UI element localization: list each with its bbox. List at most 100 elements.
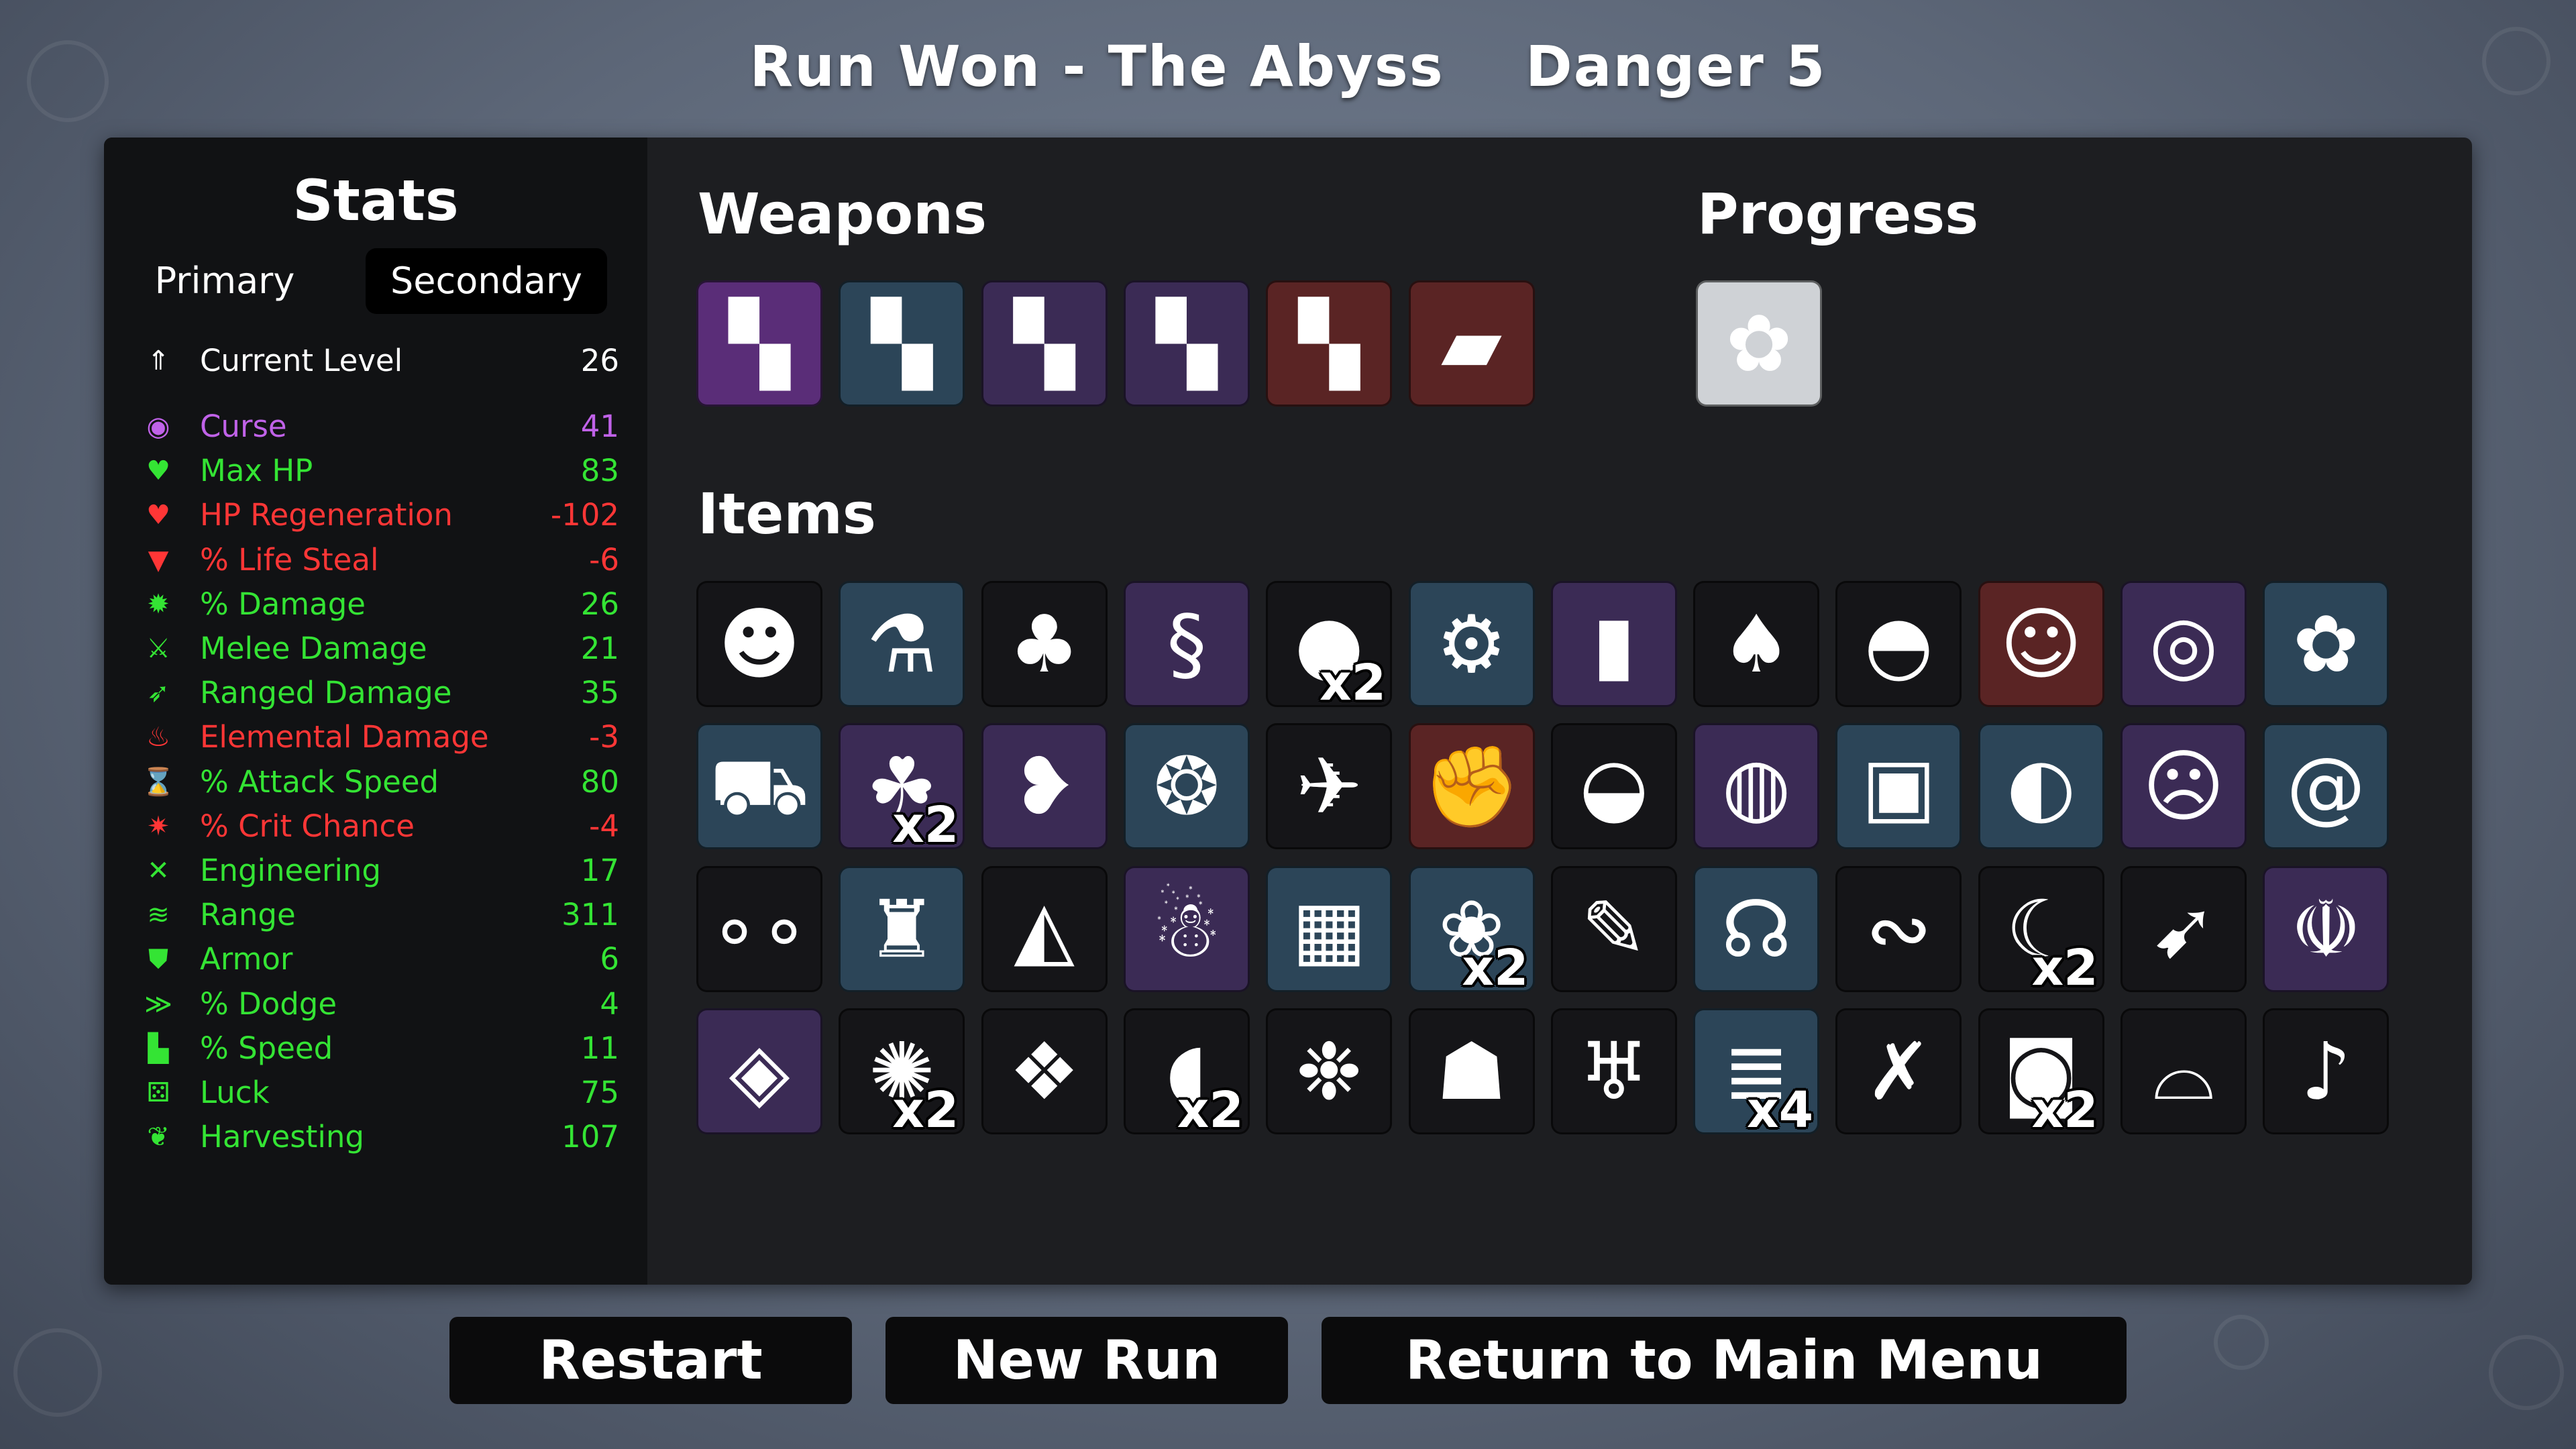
- item-slot[interactable]: ▣: [1835, 723, 1962, 850]
- stat-value: 83: [580, 453, 619, 489]
- ketchup-bottle-item-icon: ♜: [866, 882, 938, 975]
- item-slot[interactable]: ⛟: [696, 723, 822, 850]
- item-slot[interactable]: ♣: [981, 581, 1108, 707]
- stat-row[interactable]: ⌛ % Attack Speed 80: [142, 760, 619, 804]
- item-slot[interactable]: ☗: [1408, 1008, 1535, 1134]
- item-slot[interactable]: ✿: [2263, 581, 2390, 707]
- stats-title: Stats: [292, 168, 459, 233]
- stat-label: Armor: [200, 941, 293, 977]
- stat-row[interactable]: ▼ % Life Steal -6: [143, 538, 619, 582]
- item-slot[interactable]: ✺ x2: [839, 1008, 965, 1134]
- syringe-item-icon: ✎: [1580, 882, 1648, 975]
- weapon-slot[interactable]: ▚: [981, 280, 1108, 407]
- item-slot[interactable]: ▦: [1266, 865, 1393, 992]
- stat-row[interactable]: ♨ Elemental Damage -3: [143, 715, 619, 759]
- item-slot[interactable]: ♜: [839, 865, 965, 992]
- weapon-slot[interactable]: ▚: [1123, 280, 1250, 407]
- stat-row[interactable]: ⇑ Current Level 26: [143, 339, 619, 383]
- item-slot[interactable]: ≣ x4: [1693, 1008, 1820, 1134]
- item-slot[interactable]: ◖ x2: [1123, 1008, 1250, 1134]
- stat-label: % Damage: [200, 586, 366, 622]
- weapon-slot[interactable]: ▚: [696, 280, 822, 407]
- tab-secondary[interactable]: Secondary: [366, 248, 607, 314]
- item-slot[interactable]: ✊: [1408, 723, 1535, 850]
- item-slot[interactable]: ♅: [1550, 1008, 1677, 1134]
- item-slot[interactable]: ⚗: [839, 581, 965, 707]
- item-slot[interactable]: @: [2263, 723, 2390, 850]
- item-slot[interactable]: ◙ x2: [1978, 1008, 2104, 1134]
- item-slot[interactable]: ∘∘: [696, 865, 822, 992]
- item-count-badge: x2: [1319, 654, 1387, 707]
- weapon-slot[interactable]: ▰: [1408, 280, 1535, 407]
- item-slot[interactable]: ⌓: [2121, 1008, 2247, 1134]
- eye-ring-item-icon: ◈: [729, 1024, 790, 1118]
- item-slot[interactable]: ☫: [2263, 865, 2390, 992]
- item-slot[interactable]: ◍: [1693, 723, 1820, 850]
- stat-row[interactable]: ➶ Ranged Damage 35: [143, 671, 619, 715]
- item-slot[interactable]: ☹: [2121, 723, 2247, 850]
- weapon-slot[interactable]: ▚: [1266, 280, 1393, 407]
- item-slot[interactable]: ❖: [981, 1008, 1108, 1134]
- return-to-main-menu-button[interactable]: Return to Main Menu: [1322, 1317, 2127, 1404]
- item-slot[interactable]: ☊: [1693, 865, 1820, 992]
- item-slot[interactable]: ∾: [1835, 865, 1962, 992]
- stat-row[interactable]: ♥ HP Regeneration -102: [143, 493, 619, 537]
- item-slot[interactable]: ☾ x2: [1978, 865, 2104, 992]
- mummy-head-item-icon: ☹: [2142, 740, 2225, 833]
- stat-row[interactable]: ≋ Range 311: [143, 893, 619, 937]
- item-slot[interactable]: ◐: [1978, 723, 2104, 850]
- item-slot[interactable]: §: [1123, 581, 1250, 707]
- stat-row[interactable]: ✷ % Crit Chance -4: [143, 804, 619, 849]
- item-slot[interactable]: ◎: [2121, 581, 2247, 707]
- item-slot[interactable]: ◈: [696, 1008, 822, 1134]
- item-slot[interactable]: ☘ x2: [839, 723, 965, 850]
- item-slot[interactable]: ♪: [2263, 1008, 2390, 1134]
- item-slot[interactable]: ➹: [2121, 865, 2247, 992]
- stats-panel: Stats Primary Secondary ⇑ Current Level 26…: [104, 138, 647, 1285]
- item-slot[interactable]: ⚙: [1408, 581, 1535, 707]
- item-slot[interactable]: ✈: [1266, 723, 1393, 850]
- item-slot[interactable]: ☻: [696, 581, 822, 707]
- stat-row[interactable]: ✕ Engineering 17: [143, 849, 619, 893]
- item-slot[interactable]: ☃: [1123, 865, 1250, 992]
- stat-row[interactable]: ✹ % Damage 26: [143, 582, 619, 627]
- restart-button[interactable]: Restart: [449, 1317, 852, 1404]
- item-slot[interactable]: ❥: [981, 723, 1108, 850]
- new-run-button[interactable]: New Run: [885, 1317, 1288, 1404]
- background-doodle: [13, 1328, 102, 1417]
- item-slot[interactable]: ✗: [1835, 1008, 1962, 1134]
- stat-label: % Attack Speed: [200, 763, 439, 800]
- stat-value: -102: [550, 497, 619, 533]
- stat-row[interactable]: ◉ Curse 41: [143, 405, 619, 449]
- range-signal-icon: ≋: [147, 900, 170, 931]
- stat-value: 26: [580, 586, 619, 622]
- glowing-eyes-item-icon: ∘∘: [710, 882, 809, 975]
- weapon-slot[interactable]: ▚: [839, 280, 965, 407]
- stat-value: 21: [580, 631, 619, 666]
- stat-row[interactable]: ⛊ Armor 6: [143, 937, 619, 981]
- item-slot[interactable]: ● x2: [1266, 581, 1393, 707]
- item-slot[interactable]: ✎: [1550, 865, 1677, 992]
- item-slot[interactable]: ◭: [981, 865, 1108, 992]
- item-slot[interactable]: ◓: [1835, 581, 1962, 707]
- item-slot[interactable]: ❉: [1266, 1008, 1393, 1134]
- stat-row[interactable]: ❦ Harvesting 107: [143, 1115, 619, 1159]
- item-count-badge: x2: [892, 796, 959, 850]
- item-slot[interactable]: ♠: [1693, 581, 1820, 707]
- stat-row[interactable]: ⚔ Melee Damage 21: [143, 627, 619, 671]
- item-slot[interactable]: ▮: [1550, 581, 1677, 707]
- tab-primary[interactable]: Primary: [138, 248, 312, 314]
- curse-eye-icon: ◉: [146, 411, 170, 442]
- stat-row[interactable]: ≫ % Dodge 4: [143, 982, 619, 1026]
- stat-row[interactable]: ♥ Max HP 83: [143, 449, 619, 493]
- item-slot[interactable]: ☺: [1978, 581, 2104, 707]
- stat-row[interactable]: ⚄ Luck 75: [143, 1071, 619, 1115]
- progress-slot[interactable]: ✿: [1696, 280, 1822, 407]
- item-slot[interactable]: ❂: [1123, 723, 1250, 850]
- item-slot[interactable]: ❀ x2: [1408, 865, 1535, 992]
- stat-row[interactable]: ▙ % Speed 11: [143, 1026, 619, 1071]
- bullet-item-icon: ▮: [1592, 598, 1636, 690]
- item-slot[interactable]: ◒: [1550, 723, 1677, 850]
- angel-orb-item-icon: ❂: [1153, 740, 1220, 833]
- scrap-metal-item-icon: ▦: [1291, 882, 1366, 975]
